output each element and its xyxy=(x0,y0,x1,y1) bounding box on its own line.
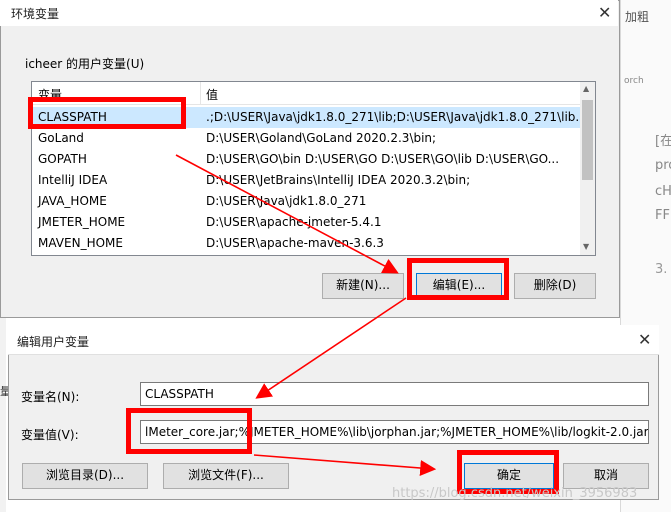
arrow-to-edit-button xyxy=(175,154,399,274)
arrow-to-name-field xyxy=(255,297,407,399)
arrow-to-ok-button xyxy=(253,454,437,476)
annotation-arrows xyxy=(175,154,437,476)
watermark-text: https://blog.csdn.net/weixin_3956983 xyxy=(392,486,638,501)
